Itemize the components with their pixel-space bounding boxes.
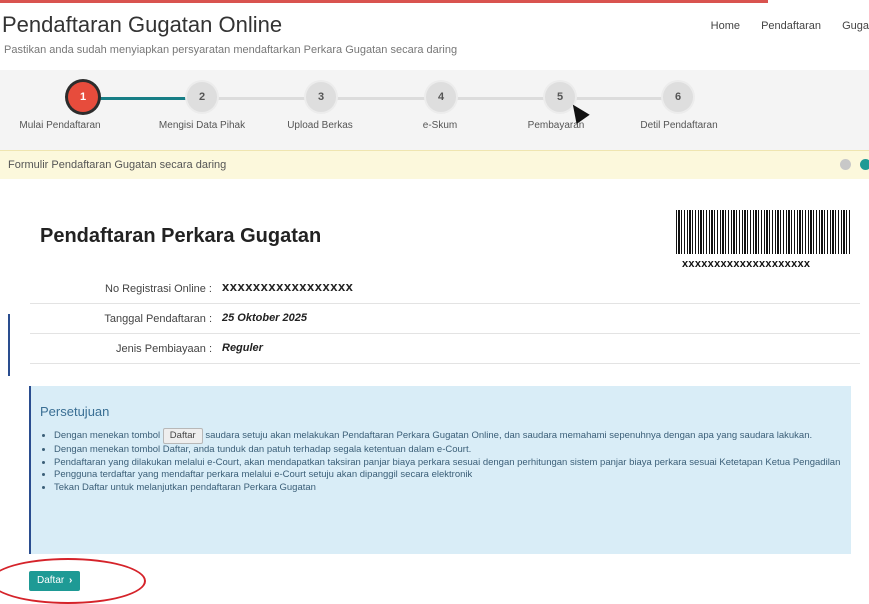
registration-title: Pendaftaran Perkara Gugatan — [40, 225, 322, 247]
step-circle: 3 — [306, 82, 336, 112]
agreement-title: Persetujuan — [40, 404, 110, 419]
info-row-registration-date: Tanggal Pendaftaran : 25 Oktober 2025 — [30, 304, 860, 334]
step-label: Mulai Pendaftaran — [19, 120, 101, 131]
nav-home[interactable]: Home — [711, 20, 740, 32]
top-nav: Home Pendaftaran Guga — [693, 20, 869, 32]
page-subtitle: Pastikan anda sudah menyiapkan persyarat… — [4, 44, 458, 56]
form-notice-bar: Formulir Pendaftaran Gugatan secara dari… — [0, 150, 869, 179]
agreement-list: Dengan menekan tombol Daftar saudara set… — [40, 428, 854, 494]
refresh-icon[interactable] — [860, 159, 869, 170]
step-circle: 6 — [663, 82, 693, 112]
wizard-step-3[interactable]: 3 — [304, 82, 338, 112]
agreement-item: Pengguna terdaftar yang mendaftar perkar… — [54, 469, 854, 482]
info-row-payment-type: Jenis Pembiayaan : Reguler — [30, 334, 860, 364]
top-accent-line — [0, 0, 768, 3]
agreement-text: saudara setuju akan melakukan Pendaftara… — [205, 430, 813, 441]
wizard-step-4[interactable]: 4 — [424, 82, 458, 112]
step-circle: 1 — [68, 82, 98, 112]
info-label: No Registrasi Online : — [105, 283, 212, 295]
highlight-circle-annotation — [0, 558, 146, 604]
info-value: xxxxxxxxxxxxxxxxx — [222, 279, 354, 294]
barcode-number: xxxxxxxxxxxxxxxxxxxx — [682, 258, 811, 270]
step-label: e-Skum — [422, 120, 458, 131]
step-label: Mengisi Data Pihak — [158, 120, 246, 131]
info-value: Reguler — [222, 342, 263, 354]
wizard-step-2[interactable]: 2 — [185, 82, 219, 112]
wizard-step-1[interactable]: 1 — [66, 82, 100, 112]
nav-pendaftaran[interactable]: Pendaftaran — [761, 20, 821, 32]
agreement-item: Tekan Daftar untuk melanjutkan pendaftar… — [54, 482, 854, 495]
left-border — [8, 314, 10, 376]
info-label: Tanggal Pendaftaran : — [104, 313, 212, 325]
nav-gugatan[interactable]: Guga — [842, 20, 869, 32]
barcode-icon — [676, 210, 850, 254]
info-value: 25 Oktober 2025 — [222, 312, 307, 324]
notice-text: Formulir Pendaftaran Gugatan secara dari… — [8, 159, 227, 171]
step-label: Detil Pendaftaran — [640, 120, 718, 131]
step-circle: 4 — [426, 82, 456, 112]
agreement-item: Dengan menekan tombol Daftar, anda tundu… — [54, 444, 854, 457]
wizard-step-6[interactable]: 6 — [661, 82, 695, 112]
agreement-item: Dengan menekan tombol Daftar saudara set… — [54, 428, 854, 444]
step-label: Upload Berkas — [287, 120, 353, 131]
step-circle: 2 — [187, 82, 217, 112]
info-label: Jenis Pembiayaan : — [116, 343, 212, 355]
agreement-item: Pendaftaran yang dilakukan melalui e-Cou… — [54, 457, 854, 470]
info-row-registration-number: No Registrasi Online : xxxxxxxxxxxxxxxxx — [30, 274, 860, 304]
inline-daftar-button: Daftar — [162, 428, 203, 444]
page-title: Pendaftaran Gugatan Online — [2, 12, 283, 37]
agreement-panel: Persetujuan Dengan menekan tombol Daftar… — [31, 386, 851, 554]
collapse-icon[interactable] — [840, 159, 851, 170]
progress-wizard: 1 2 3 4 5 6 Mulai Pendaftaran Mengisi Da… — [0, 70, 869, 150]
agreement-text: Dengan menekan tombol — [54, 430, 161, 441]
